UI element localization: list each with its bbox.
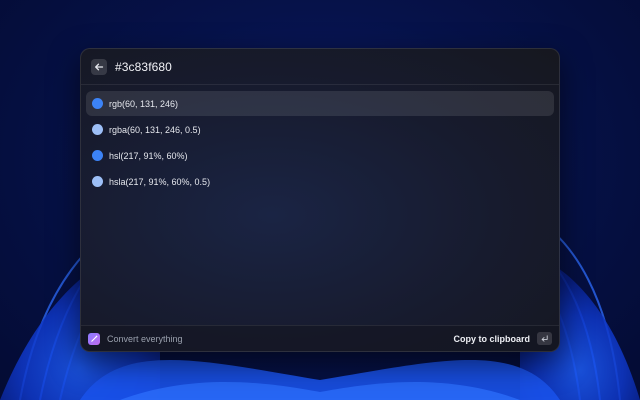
list-item-label: rgb(60, 131, 246) — [109, 98, 179, 109]
magic-wand-icon — [88, 332, 100, 345]
list-item[interactable]: rgba(60, 131, 246, 0.5) — [86, 117, 554, 142]
arrow-left-icon — [95, 63, 104, 70]
results-list: rgb(60, 131, 246) rgba(60, 131, 246, 0.5… — [81, 85, 559, 194]
list-item-label: rgba(60, 131, 246, 0.5) — [109, 124, 201, 135]
command-title: Convert everything — [107, 333, 183, 344]
launcher-window: rgb(60, 131, 246) rgba(60, 131, 246, 0.5… — [80, 48, 560, 352]
search-input[interactable] — [115, 59, 495, 74]
list-item-label: hsl(217, 91%, 60%) — [109, 150, 188, 161]
search-bar — [81, 49, 559, 85]
enter-key-icon[interactable] — [537, 332, 552, 345]
action-bar: Convert everything Copy to clipboard — [81, 325, 559, 351]
color-swatch — [92, 98, 103, 109]
copy-to-clipboard-button[interactable]: Copy to clipboard — [454, 334, 531, 344]
color-swatch — [92, 124, 103, 135]
color-swatch — [92, 176, 103, 187]
list-item-label: hsla(217, 91%, 60%, 0.5) — [109, 176, 211, 187]
list-item[interactable]: hsl(217, 91%, 60%) — [86, 143, 554, 168]
back-button[interactable] — [91, 58, 107, 75]
color-swatch — [92, 150, 103, 161]
list-item[interactable]: rgb(60, 131, 246) — [86, 91, 554, 116]
list-item[interactable]: hsla(217, 91%, 60%, 0.5) — [86, 169, 554, 194]
